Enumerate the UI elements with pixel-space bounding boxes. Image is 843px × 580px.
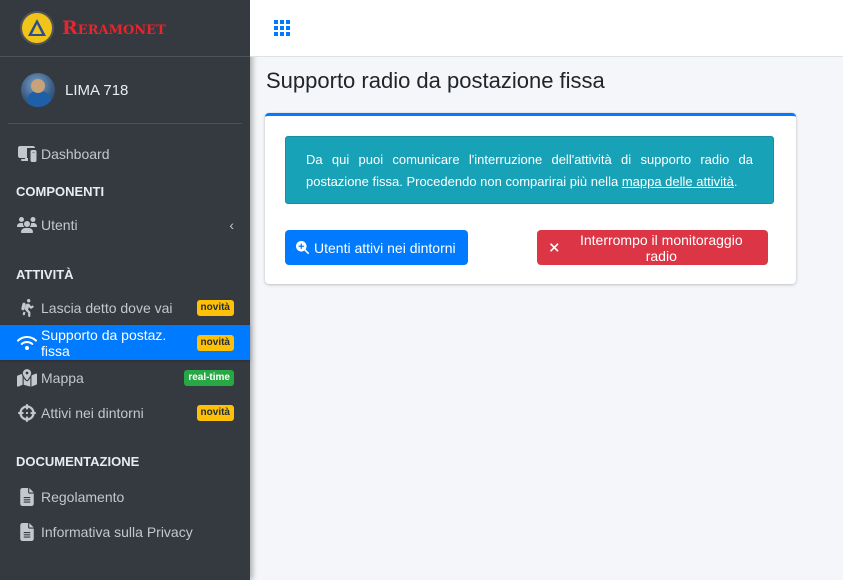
hiker-icon xyxy=(16,298,38,318)
nearby-users-button[interactable]: Utenti attivi nei dintorni xyxy=(285,230,468,265)
sidebar-item-label: Utenti xyxy=(41,216,78,233)
crosshairs-icon xyxy=(16,403,38,423)
sidebar-item-mappa[interactable]: Mappa real-time xyxy=(0,360,250,395)
sidebar-nav: Dashboard COMPONENTI Utenti ‹ ATTIVITÀ L… xyxy=(0,136,250,549)
user-panel[interactable]: LIMA 718 xyxy=(8,57,242,124)
sidebar-item-attivi-dintorni[interactable]: Attivi nei dintorni novità xyxy=(0,395,250,430)
stop-monitoring-button[interactable]: Interrompo il monitoraggio radio xyxy=(537,230,768,265)
sidebar: Reramonet LIMA 718 Dashboard COMPONENTI … xyxy=(0,0,250,580)
brand-logo-icon xyxy=(20,11,54,45)
wifi-icon xyxy=(16,333,38,353)
user-name: LIMA 718 xyxy=(65,81,129,99)
realtime-badge: real-time xyxy=(184,369,234,386)
nav-header-componenti: COMPONENTI xyxy=(16,184,105,199)
sidebar-item-lascia-detto[interactable]: Lascia detto dove vai novità xyxy=(0,290,250,325)
sidebar-item-supporto[interactable]: Supporto da postaz. fissa novità xyxy=(0,325,250,360)
top-navbar xyxy=(250,0,843,57)
avatar xyxy=(21,73,55,107)
new-badge: novità xyxy=(196,299,234,316)
sidebar-item-label: Supporto da postaz. fissa xyxy=(41,326,167,359)
file-icon xyxy=(16,522,38,542)
sidebar-item-label: Informativa sulla Privacy xyxy=(41,523,193,540)
dashboard-icon xyxy=(16,144,38,164)
nav-header-documentazione: DOCUMENTAZIONE xyxy=(16,454,140,469)
sidebar-item-label: Attivi nei dintorni xyxy=(41,404,144,421)
apps-grid-icon[interactable] xyxy=(274,20,290,36)
sidebar-item-label: Regolamento xyxy=(41,488,125,505)
content-card: Da qui puoi comunicare l'interruzione de… xyxy=(265,113,796,284)
close-icon xyxy=(550,243,559,252)
new-badge: novità xyxy=(196,404,234,421)
callout-end: . xyxy=(733,174,738,189)
sidebar-item-privacy[interactable]: Informativa sulla Privacy xyxy=(0,514,250,549)
new-badge: novità xyxy=(196,334,234,351)
sidebar-item-dashboard[interactable]: Dashboard xyxy=(0,136,250,171)
file-icon xyxy=(16,487,38,507)
map-icon xyxy=(16,368,38,388)
search-plus-icon xyxy=(296,241,309,254)
sidebar-item-label: Mappa xyxy=(41,369,84,386)
brand-name: Reramonet xyxy=(62,17,166,39)
button-label: Utenti attivi nei dintorni xyxy=(314,239,456,256)
page-title: Supporto radio da postazione fissa xyxy=(266,68,605,93)
button-label: Interrompo il monitoraggio radio xyxy=(579,231,743,264)
info-callout: Da qui puoi comunicare l'interruzione de… xyxy=(285,136,774,204)
sidebar-item-label: Lascia detto dove vai xyxy=(41,299,173,316)
chevron-left-icon: ‹ xyxy=(229,216,234,233)
sidebar-item-utenti[interactable]: Utenti ‹ xyxy=(0,207,250,242)
brand-link[interactable]: Reramonet xyxy=(0,0,250,57)
sidebar-item-regolamento[interactable]: Regolamento xyxy=(0,479,250,514)
nav-header-attivita: ATTIVITÀ xyxy=(16,267,74,282)
sidebar-item-label: Dashboard xyxy=(41,145,110,162)
users-icon xyxy=(16,215,38,235)
activity-map-link[interactable]: mappa delle attività xyxy=(622,174,734,189)
